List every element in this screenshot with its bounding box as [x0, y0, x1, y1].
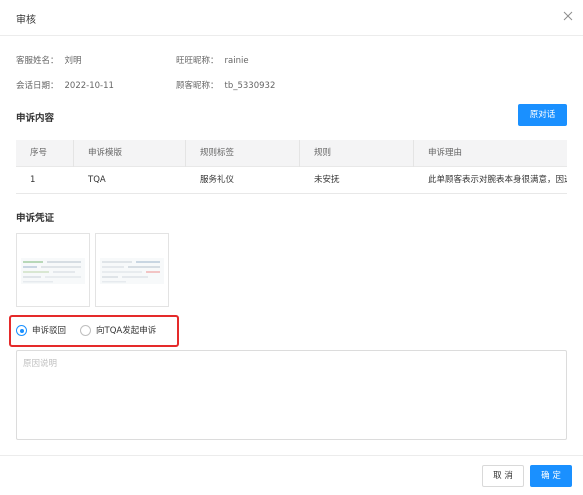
table-header: 序号 申诉模版 规则标签 规则 申诉理由 [16, 140, 567, 167]
radio-checked-icon [16, 325, 27, 336]
radio-unchecked-icon [80, 325, 91, 336]
table-cell: TQA [88, 175, 106, 185]
reason-textarea[interactable] [16, 350, 567, 440]
original-dialog-button[interactable]: 原对话 [518, 104, 567, 126]
dialog-title: 审核 [16, 15, 36, 26]
agent-name-field: 客服姓名： 刘明 [16, 54, 82, 66]
customer-nick-field: 顾客昵称： tb_5330932 [176, 79, 275, 91]
radio-label: 申诉驳回 [32, 326, 67, 336]
column-header: 规则 [314, 148, 332, 158]
wangwang-nick-value: rainie [224, 56, 249, 66]
footer-divider [0, 455, 583, 456]
evidence-thumbnail[interactable] [16, 233, 90, 307]
table-cell: 1 [30, 175, 36, 185]
agent-name-value: 刘明 [64, 56, 82, 66]
agent-name-label: 客服姓名： [16, 56, 59, 66]
table-cell: 未安抚 [314, 175, 340, 185]
table-row: 1 TQA 服务礼仪 未安抚 此单顾客表示对腕表本身很满意，因选购 [16, 167, 567, 194]
table-cell: 服务礼仪 [200, 175, 235, 185]
cancel-button[interactable]: 取 消 [482, 465, 524, 487]
wangwang-nick-field: 旺旺昵称： rainie [176, 54, 249, 66]
evidence-thumbnail[interactable] [95, 233, 169, 307]
appeal-content-title: 申诉内容 [16, 113, 55, 124]
session-date-label: 会话日期： [16, 81, 59, 91]
customer-nick-label: 顾客昵称： [176, 81, 219, 91]
session-date-value: 2022-10-11 [64, 81, 114, 91]
radio-label: 向TQA发起申诉 [96, 326, 157, 336]
wangwang-nick-label: 旺旺昵称： [176, 56, 219, 66]
dialog-header: 审核 [0, 0, 583, 36]
session-date-field: 会话日期： 2022-10-11 [16, 79, 114, 91]
appeal-table: 序号 申诉模版 规则标签 规则 申诉理由 1 TQA 服务礼仪 未安抚 此单顾客… [16, 140, 567, 194]
table-cell: 此单顾客表示对腕表本身很满意，因选购 [428, 175, 567, 185]
radio-reject-appeal[interactable]: 申诉驳回 [16, 325, 86, 337]
column-header: 申诉理由 [428, 148, 463, 158]
radio-appeal-to-tqa[interactable]: 向TQA发起申诉 [80, 325, 170, 337]
close-icon[interactable] [561, 9, 575, 23]
column-header: 序号 [30, 148, 48, 158]
appeal-evidence-title: 申诉凭证 [16, 213, 55, 224]
confirm-button[interactable]: 确 定 [530, 465, 572, 487]
customer-nick-value: tb_5330932 [224, 81, 276, 91]
column-header: 规则标签 [200, 148, 235, 158]
column-header: 申诉模版 [88, 148, 123, 158]
